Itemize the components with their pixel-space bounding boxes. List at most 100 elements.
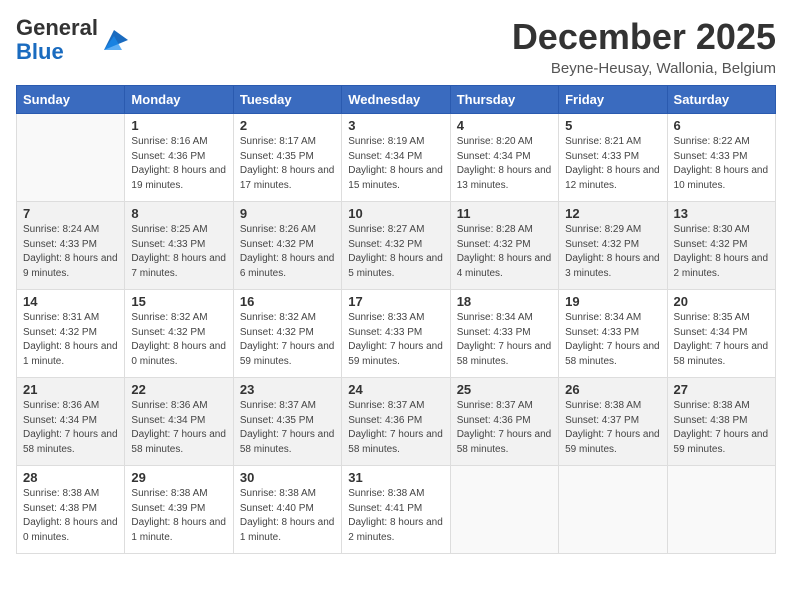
logo-blue: Blue — [16, 39, 64, 64]
day-number: 5 — [565, 118, 660, 133]
calendar-cell: 23 Sunrise: 8:37 AMSunset: 4:35 PMDayligh… — [233, 378, 341, 466]
day-number: 22 — [131, 382, 226, 397]
calendar-cell — [450, 466, 558, 554]
day-info: Sunrise: 8:35 AMSunset: 4:34 PMDaylight:… — [674, 311, 769, 369]
calendar-cell: 28 Sunrise: 8:38 AMSunset: 4:38 PMDayligh… — [17, 466, 125, 554]
day-info: Sunrise: 8:37 AMSunset: 4:36 PMDaylight:… — [348, 399, 443, 457]
calendar-cell: 1Sunrise: 8:16 AMSunset: 4:36 PMDaylight… — [125, 114, 233, 202]
calendar-cell: 27 Sunrise: 8:38 AMSunset: 4:38 PMDayligh… — [667, 378, 775, 466]
page-header: General Blue December 2025 Beyne-Heusay,… — [16, 16, 776, 77]
calendar-cell: 31Sunrise: 8:38 AMSunset: 4:41 PMDayligh… — [342, 466, 450, 554]
calendar-cell: 14 Sunrise: 8:31 AMSunset: 4:32 PMDayligh… — [17, 290, 125, 378]
day-number: 13 — [674, 206, 769, 221]
weekday-header-monday: Monday — [125, 86, 233, 114]
logo: General Blue — [16, 16, 128, 64]
calendar-week-row: 14 Sunrise: 8:31 AMSunset: 4:32 PMDayligh… — [17, 290, 776, 378]
calendar-cell: 20 Sunrise: 8:35 AMSunset: 4:34 PMDayligh… — [667, 290, 775, 378]
calendar-cell: 22 Sunrise: 8:36 AMSunset: 4:34 PMDayligh… — [125, 378, 233, 466]
day-number: 12 — [565, 206, 660, 221]
day-info: Sunrise: 8:16 AMSunset: 4:36 PMDaylight:… — [131, 135, 226, 193]
day-number: 14 — [23, 294, 118, 309]
day-info: Sunrise: 8:38 AMSunset: 4:38 PMDaylight:… — [674, 399, 769, 457]
day-number: 26 — [565, 382, 660, 397]
calendar-cell: 9 Sunrise: 8:26 AMSunset: 4:32 PMDaylight… — [233, 202, 341, 290]
day-number: 17 — [348, 294, 443, 309]
calendar-cell: 8 Sunrise: 8:25 AMSunset: 4:33 PMDaylight… — [125, 202, 233, 290]
calendar-cell: 16Sunrise: 8:32 AMSunset: 4:32 PMDayligh… — [233, 290, 341, 378]
day-info: Sunrise: 8:38 AMSunset: 4:37 PMDaylight:… — [565, 399, 660, 457]
day-info: Sunrise: 8:37 AMSunset: 4:35 PMDaylight:… — [240, 399, 335, 457]
calendar-table: SundayMondayTuesdayWednesdayThursdayFrid… — [16, 85, 776, 554]
day-info: Sunrise: 8:17 AMSunset: 4:35 PMDaylight:… — [240, 135, 335, 193]
day-number: 21 — [23, 382, 118, 397]
day-number: 23 — [240, 382, 335, 397]
weekday-header-wednesday: Wednesday — [342, 86, 450, 114]
title-block: December 2025 Beyne-Heusay, Wallonia, Be… — [512, 16, 776, 77]
day-info: Sunrise: 8:36 AMSunset: 4:34 PMDaylight:… — [23, 399, 118, 457]
calendar-cell: 3Sunrise: 8:19 AMSunset: 4:34 PMDaylight… — [342, 114, 450, 202]
day-info: Sunrise: 8:30 AMSunset: 4:32 PMDaylight:… — [674, 223, 769, 281]
day-info: Sunrise: 8:25 AMSunset: 4:33 PMDaylight:… — [131, 223, 226, 281]
day-number: 18 — [457, 294, 552, 309]
calendar-cell: 17 Sunrise: 8:33 AMSunset: 4:33 PMDayligh… — [342, 290, 450, 378]
weekday-header-friday: Friday — [559, 86, 667, 114]
day-info: Sunrise: 8:22 AMSunset: 4:33 PMDaylight:… — [674, 135, 769, 193]
day-number: 8 — [131, 206, 226, 221]
day-info: Sunrise: 8:21 AMSunset: 4:33 PMDaylight:… — [565, 135, 660, 193]
calendar-cell: 15 Sunrise: 8:32 AMSunset: 4:32 PMDayligh… — [125, 290, 233, 378]
day-info: Sunrise: 8:24 AMSunset: 4:33 PMDaylight:… — [23, 223, 118, 281]
day-number: 4 — [457, 118, 552, 133]
day-number: 7 — [23, 206, 118, 221]
calendar-cell: 29 Sunrise: 8:38 AMSunset: 4:39 PMDayligh… — [125, 466, 233, 554]
day-number: 20 — [674, 294, 769, 309]
day-number: 27 — [674, 382, 769, 397]
day-info: Sunrise: 8:33 AMSunset: 4:33 PMDaylight:… — [348, 311, 443, 369]
day-number: 28 — [23, 470, 118, 485]
logo-icon — [100, 26, 128, 54]
calendar-cell: 12 Sunrise: 8:29 AMSunset: 4:32 PMDayligh… — [559, 202, 667, 290]
month-title: December 2025 — [512, 16, 776, 58]
day-number: 16 — [240, 294, 335, 309]
day-number: 6 — [674, 118, 769, 133]
day-info: Sunrise: 8:28 AMSunset: 4:32 PMDaylight:… — [457, 223, 552, 281]
day-number: 15 — [131, 294, 226, 309]
day-number: 19 — [565, 294, 660, 309]
logo-general: General — [16, 15, 98, 40]
day-number: 11 — [457, 206, 552, 221]
calendar-cell — [17, 114, 125, 202]
calendar-week-row: 1Sunrise: 8:16 AMSunset: 4:36 PMDaylight… — [17, 114, 776, 202]
calendar-cell: 11 Sunrise: 8:28 AMSunset: 4:32 PMDayligh… — [450, 202, 558, 290]
day-info: Sunrise: 8:38 AMSunset: 4:39 PMDaylight:… — [131, 487, 226, 545]
calendar-week-row: 7 Sunrise: 8:24 AMSunset: 4:33 PMDaylight… — [17, 202, 776, 290]
calendar-cell: 5 Sunrise: 8:21 AMSunset: 4:33 PMDaylight… — [559, 114, 667, 202]
day-info: Sunrise: 8:32 AMSunset: 4:32 PMDaylight:… — [131, 311, 226, 369]
calendar-cell: 18 Sunrise: 8:34 AMSunset: 4:33 PMDayligh… — [450, 290, 558, 378]
day-info: Sunrise: 8:34 AMSunset: 4:33 PMDaylight:… — [457, 311, 552, 369]
weekday-header-saturday: Saturday — [667, 86, 775, 114]
calendar-cell: 10Sunrise: 8:27 AMSunset: 4:32 PMDayligh… — [342, 202, 450, 290]
day-number: 29 — [131, 470, 226, 485]
day-info: Sunrise: 8:31 AMSunset: 4:32 PMDaylight:… — [23, 311, 118, 369]
day-info: Sunrise: 8:36 AMSunset: 4:34 PMDaylight:… — [131, 399, 226, 457]
day-number: 31 — [348, 470, 443, 485]
day-number: 24 — [348, 382, 443, 397]
weekday-header-thursday: Thursday — [450, 86, 558, 114]
calendar-cell: 7 Sunrise: 8:24 AMSunset: 4:33 PMDaylight… — [17, 202, 125, 290]
weekday-header-sunday: Sunday — [17, 86, 125, 114]
day-info: Sunrise: 8:38 AMSunset: 4:38 PMDaylight:… — [23, 487, 118, 545]
calendar-cell: 30Sunrise: 8:38 AMSunset: 4:40 PMDayligh… — [233, 466, 341, 554]
day-info: Sunrise: 8:34 AMSunset: 4:33 PMDaylight:… — [565, 311, 660, 369]
day-info: Sunrise: 8:26 AMSunset: 4:32 PMDaylight:… — [240, 223, 335, 281]
weekday-header-row: SundayMondayTuesdayWednesdayThursdayFrid… — [17, 86, 776, 114]
day-number: 10 — [348, 206, 443, 221]
calendar-cell: 25Sunrise: 8:37 AMSunset: 4:36 PMDayligh… — [450, 378, 558, 466]
day-info: Sunrise: 8:37 AMSunset: 4:36 PMDaylight:… — [457, 399, 552, 457]
day-info: Sunrise: 8:38 AMSunset: 4:40 PMDaylight:… — [240, 487, 335, 545]
calendar-cell: 26 Sunrise: 8:38 AMSunset: 4:37 PMDayligh… — [559, 378, 667, 466]
day-info: Sunrise: 8:20 AMSunset: 4:34 PMDaylight:… — [457, 135, 552, 193]
calendar-cell: 6 Sunrise: 8:22 AMSunset: 4:33 PMDaylight… — [667, 114, 775, 202]
day-number: 2 — [240, 118, 335, 133]
day-info: Sunrise: 8:19 AMSunset: 4:34 PMDaylight:… — [348, 135, 443, 193]
day-number: 9 — [240, 206, 335, 221]
day-info: Sunrise: 8:29 AMSunset: 4:32 PMDaylight:… — [565, 223, 660, 281]
